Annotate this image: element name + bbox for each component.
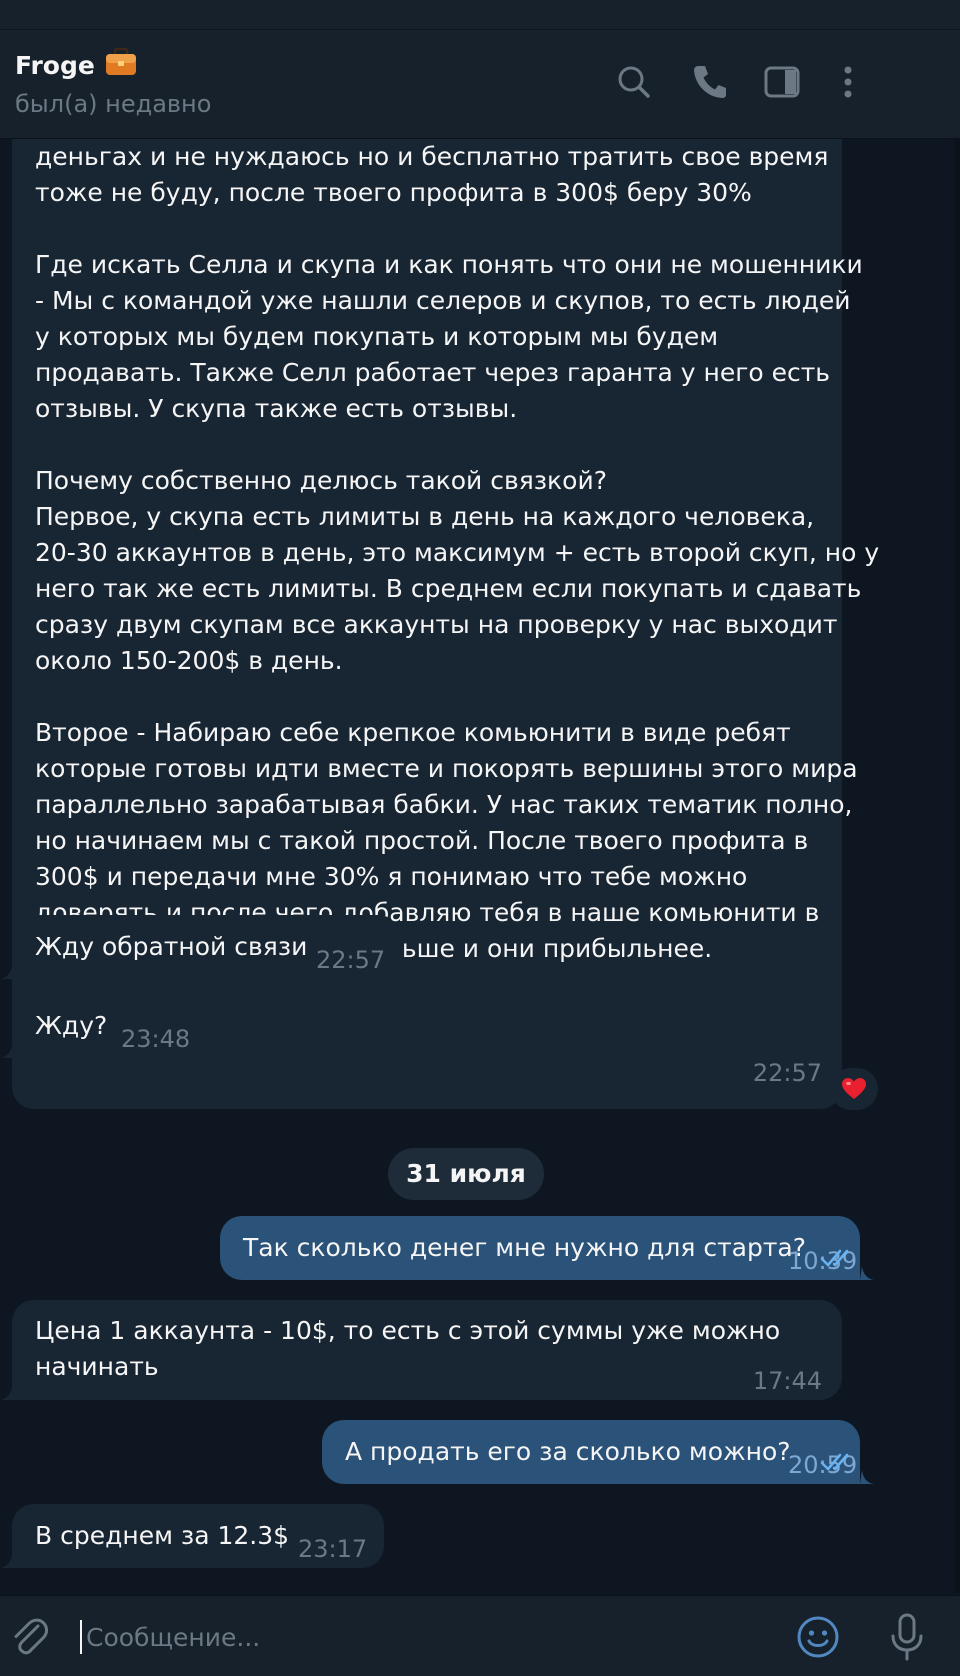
message-list[interactable]: деньгах и не нуждаюсь но и бесплатно тра… bbox=[0, 139, 955, 1594]
message-bubble-incoming[interactable]: Цена 1 аккаунта - 10$, то есть с этой су… bbox=[12, 1300, 842, 1400]
window-top-strip bbox=[0, 0, 960, 30]
read-checkmark-icon bbox=[820, 1453, 849, 1471]
bubble-tail bbox=[0, 1044, 14, 1058]
chat-title-text: Froge bbox=[15, 51, 95, 80]
message-time: 23:17 bbox=[298, 1535, 368, 1563]
chat-status: был(а) недавно bbox=[15, 90, 212, 118]
search-icon[interactable] bbox=[612, 60, 656, 104]
heart-icon bbox=[842, 1078, 866, 1099]
microphone-icon[interactable] bbox=[885, 1612, 929, 1662]
bubble-tail bbox=[0, 965, 14, 979]
briefcase-icon bbox=[105, 48, 136, 75]
message-time: 23:48 bbox=[121, 1025, 191, 1053]
date-separator: 31 июля bbox=[388, 1148, 544, 1200]
emoji-icon[interactable] bbox=[795, 1614, 841, 1660]
chat-title[interactable]: Froge bbox=[15, 48, 137, 80]
message-bubble-incoming[interactable]: Жду обратной связи 22:57 bbox=[12, 915, 400, 979]
message-bubble-incoming[interactable]: В среднем за 12.3$ 23:17 bbox=[12, 1504, 384, 1568]
message-text: В среднем за 12.3$ bbox=[35, 1521, 290, 1550]
phone-icon[interactable] bbox=[688, 60, 732, 104]
reaction-badge[interactable] bbox=[830, 1068, 878, 1110]
message-bubble-outgoing[interactable]: Так сколько денег мне нужно для старта? … bbox=[220, 1216, 860, 1280]
message-text: Жду обратной связи bbox=[35, 932, 308, 961]
message-time: 22:57 bbox=[316, 946, 386, 974]
message-text: Цена 1 аккаунта - 10$, то есть с этой су… bbox=[35, 1316, 781, 1381]
chat-header[interactable]: Froge был(а) недавно bbox=[0, 30, 960, 139]
bubble-tail bbox=[860, 1266, 874, 1280]
message-time: 17:44 bbox=[752, 1367, 822, 1395]
read-checkmark-icon bbox=[820, 1249, 849, 1267]
bubble-tail bbox=[0, 1554, 14, 1568]
message-input[interactable] bbox=[84, 1614, 788, 1660]
message-bubble-outgoing[interactable]: А продать его за сколько можно? 20:59 bbox=[322, 1420, 860, 1484]
message-composer[interactable] bbox=[0, 1595, 960, 1676]
attach-icon[interactable] bbox=[8, 1614, 52, 1658]
scrollbar-track[interactable] bbox=[955, 138, 960, 1593]
message-time: 22:57 bbox=[752, 1059, 822, 1087]
message-text: Жду? bbox=[35, 1011, 108, 1040]
message-text: деньгах и не нуждаюсь но и бесплатно тра… bbox=[35, 142, 880, 963]
bubble-tail bbox=[0, 1386, 14, 1400]
text-caret bbox=[80, 1620, 82, 1654]
sidebar-toggle-icon[interactable] bbox=[760, 60, 804, 104]
message-bubble-incoming[interactable]: Жду? 23:48 bbox=[12, 994, 205, 1058]
bubble-tail bbox=[860, 1470, 874, 1484]
message-text: Так сколько денег мне нужно для старта? bbox=[243, 1233, 806, 1262]
message-text: А продать его за сколько можно? bbox=[345, 1437, 791, 1466]
more-vertical-icon[interactable] bbox=[826, 60, 870, 104]
